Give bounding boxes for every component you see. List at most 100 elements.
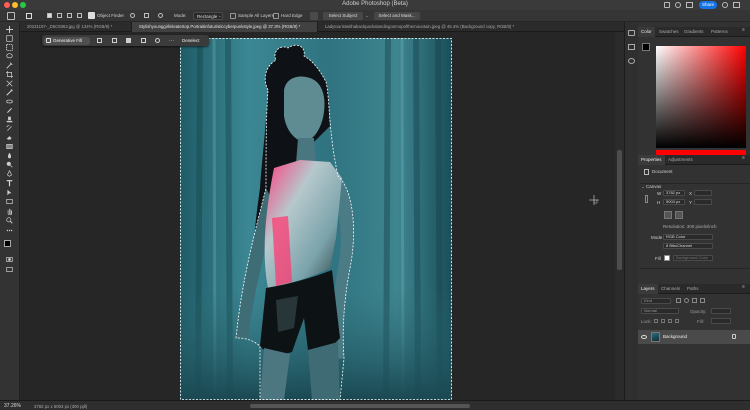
color-mode-select[interactable]: RGB Color (663, 234, 713, 240)
sample-all-layers-checkbox[interactable] (230, 13, 236, 19)
dodge-tool-icon[interactable] (6, 161, 13, 168)
vertical-scrollbar-thumb[interactable] (617, 150, 622, 270)
rectangular-marquee-tool-icon[interactable] (6, 44, 13, 51)
filter-pixel-icon[interactable] (676, 298, 681, 303)
filter-type-icon[interactable] (692, 298, 697, 303)
deselect-button[interactable]: Deselect (182, 37, 200, 45)
tab-paths[interactable]: Paths (684, 284, 702, 294)
type-tool-icon[interactable] (6, 180, 13, 187)
path-selection-tool-icon[interactable] (6, 189, 13, 196)
invert-selection-icon[interactable] (112, 38, 117, 43)
magic-select-icon[interactable] (310, 12, 318, 20)
horizontal-scrollbar-thumb[interactable] (250, 404, 470, 408)
select-subject-button[interactable]: Select Subject (323, 12, 363, 20)
width-field[interactable]: 3782 px (663, 190, 685, 196)
zoom-tool-icon[interactable] (6, 217, 13, 224)
filter-adjustment-icon[interactable] (684, 298, 689, 303)
more-tools-icon[interactable] (6, 227, 13, 234)
select-subject-ctx-icon[interactable] (97, 38, 102, 43)
layer-filter-select[interactable]: Kind (641, 298, 671, 304)
share-button[interactable]: Share (699, 1, 717, 9)
clone-stamp-tool-icon[interactable] (6, 116, 13, 123)
document-info[interactable]: 3782 px x 5003 px (300 ppi) (34, 404, 87, 409)
tab-gradients[interactable]: Gradients (681, 27, 707, 37)
gear-icon[interactable] (158, 13, 163, 18)
zoom-level[interactable]: 37.26% (4, 403, 21, 409)
document-canvas-image[interactable] (180, 38, 452, 400)
lock-transparent-icon[interactable] (654, 319, 658, 323)
pen-tool-icon[interactable] (6, 170, 13, 177)
tab-color[interactable]: Color (638, 27, 655, 37)
tab-properties[interactable]: Properties (638, 155, 665, 165)
generative-fill-button[interactable]: Generative Fill (44, 36, 90, 45)
object-finder-checkbox[interactable] (88, 12, 95, 19)
bit-depth-select[interactable]: 8 Bits/Channel (663, 243, 713, 249)
show-objects-icon[interactable] (144, 13, 149, 18)
link-dimensions-icon[interactable] (645, 195, 648, 203)
panel-menu-icon[interactable]: ≡ (742, 155, 745, 161)
search-icon[interactable] (722, 2, 728, 8)
tab-document-3[interactable]: Ladytouristwithabackpackstandingonmopoft… (318, 22, 636, 32)
move-tool-icon[interactable] (6, 26, 13, 33)
tab-patterns[interactable]: Patterns (708, 27, 731, 37)
lock-image-icon[interactable] (661, 319, 665, 323)
select-subject-dropdown-icon[interactable]: ⌄ (365, 13, 369, 19)
panel-menu-icon[interactable]: ≡ (742, 284, 745, 290)
tab-document-1[interactable]: 20231107-_D5C9363.jpg @ 134% (RGB/8) * (20, 22, 132, 32)
add-to-selection-icon[interactable] (57, 13, 62, 18)
fill-selection-icon[interactable] (141, 38, 146, 43)
brush-tool-icon[interactable] (6, 107, 13, 114)
home-icon[interactable] (664, 2, 670, 8)
tab-layers[interactable]: Layers (638, 284, 658, 294)
select-and-mask-button[interactable]: Select and Mask... (374, 12, 420, 20)
history-brush-tool-icon[interactable] (6, 125, 13, 132)
opacity-field[interactable] (711, 308, 731, 314)
crop-to-selection-icon[interactable] (126, 38, 131, 43)
object-selection-tool-icon[interactable] (6, 62, 13, 69)
subtract-from-selection-icon[interactable] (67, 13, 72, 18)
tool-preset-picker-icon[interactable] (26, 13, 32, 19)
chevron-right-icon[interactable]: › (84, 403, 86, 409)
color-panel-foreground-swatch[interactable] (642, 43, 650, 51)
mode-select[interactable]: Rectangle ⌄ (193, 12, 223, 20)
artboard-tool-icon[interactable] (6, 35, 13, 42)
comments-icon[interactable] (628, 30, 635, 36)
eraser-tool-icon[interactable] (6, 134, 13, 141)
mask-from-selection-icon[interactable] (155, 38, 160, 43)
panel-menu-icon[interactable]: ≡ (742, 27, 745, 33)
fill-select[interactable]: Background Color (673, 255, 713, 261)
foreground-color-swatch[interactable] (4, 240, 11, 247)
more-options-icon[interactable]: ··· (169, 38, 174, 44)
lock-position-icon[interactable] (668, 319, 672, 323)
lasso-tool-icon[interactable] (6, 53, 13, 60)
eye-visibility-icon[interactable] (641, 335, 647, 339)
hand-tool-icon[interactable] (6, 208, 13, 215)
lock-all-icon[interactable] (675, 319, 679, 323)
new-selection-icon[interactable] (47, 13, 52, 18)
y-field[interactable] (694, 199, 712, 205)
cloud-docs-icon[interactable] (686, 2, 693, 8)
filter-shape-icon[interactable] (700, 298, 705, 303)
tab-adjustments[interactable]: Adjustments (665, 155, 696, 165)
blur-tool-icon[interactable] (6, 152, 13, 159)
frame-tool-icon[interactable] (6, 80, 13, 87)
landscape-orientation-icon[interactable] (675, 211, 683, 219)
spot-healing-brush-icon[interactable] (6, 98, 13, 105)
fill-color-swatch[interactable] (664, 255, 670, 261)
blend-mode-select[interactable]: Normal (641, 308, 679, 314)
screen-mode-icon[interactable] (6, 266, 13, 273)
libraries-icon[interactable] (628, 44, 635, 50)
hard-edge-checkbox[interactable] (273, 13, 279, 19)
height-field[interactable]: 5003 px (663, 199, 685, 205)
x-field[interactable] (694, 190, 712, 196)
chevron-down-icon[interactable]: ⌄ (641, 184, 645, 190)
fill-opacity-field[interactable] (711, 318, 731, 324)
learn-icon[interactable] (628, 58, 635, 64)
refresh-icon[interactable] (130, 13, 135, 18)
intersect-selection-icon[interactable] (77, 13, 82, 18)
rectangle-tool-icon[interactable] (6, 198, 13, 205)
home-tool-icon[interactable] (7, 12, 15, 20)
eyedropper-tool-icon[interactable] (6, 89, 13, 96)
color-field-picker[interactable] (656, 46, 746, 148)
quick-mask-icon[interactable] (6, 256, 13, 263)
